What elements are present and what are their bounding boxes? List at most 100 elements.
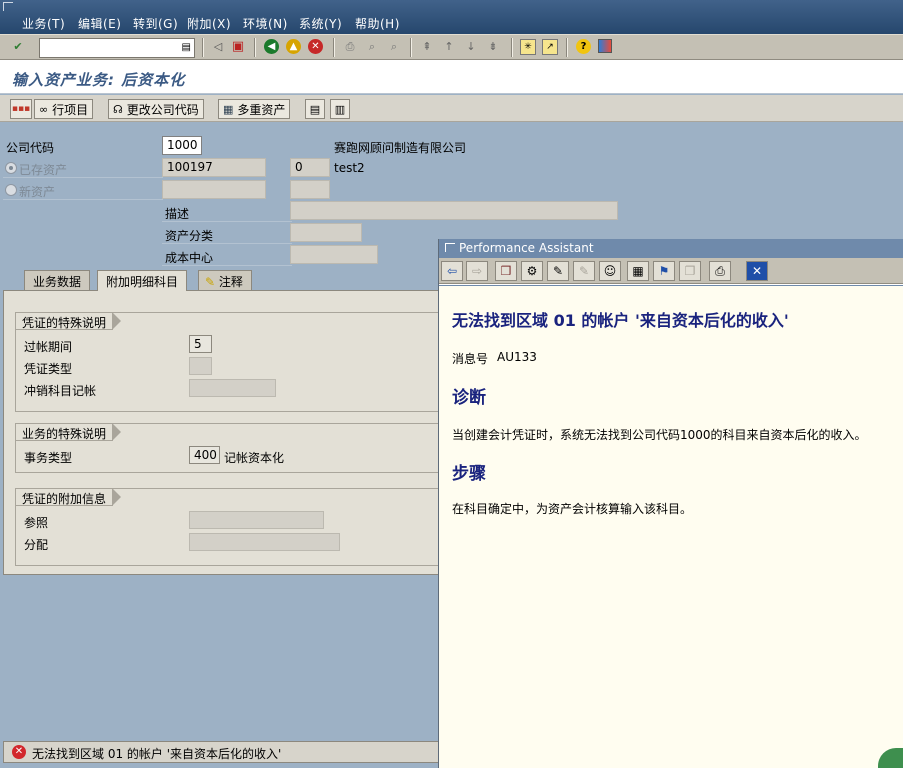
menu-business[interactable]: 业务(T) <box>22 15 65 32</box>
company-code-label: 公司代码 <box>6 141 55 155</box>
assignment-label: 分配 <box>24 538 49 552</box>
description-field[interactable] <box>290 201 618 220</box>
offset-account-field[interactable] <box>189 379 276 397</box>
pa-user-icon[interactable]: ☺ <box>599 261 621 281</box>
new-session-icon[interactable]: ✳ <box>520 39 536 55</box>
window-menu-icon[interactable] <box>445 243 455 252</box>
pa-table-icon[interactable]: ▦ <box>627 261 649 281</box>
layout-icon[interactable] <box>598 39 612 53</box>
pa-book-icon[interactable]: ❒ <box>495 261 517 281</box>
document-icon: ▤ <box>309 102 321 116</box>
field-underline <box>3 199 163 200</box>
tab-business-data[interactable]: 业务数据 <box>24 270 91 290</box>
tab-additional-details-label: 附加明细科目 <box>106 275 179 289</box>
company-code-field[interactable]: 1000 <box>162 136 202 155</box>
line-items-button[interactable]: ∞ 行项目 <box>34 99 94 119</box>
existing-asset-radio[interactable] <box>5 162 17 174</box>
overview-icon: ▪▪▪ <box>11 104 31 114</box>
new-asset-label: 新资产 <box>19 185 56 199</box>
menu-goto[interactable]: 转到(G) <box>133 15 178 32</box>
menu-system[interactable]: 系统(Y) <box>299 15 342 32</box>
toolbar-separator <box>333 38 335 57</box>
pa-note-icon[interactable]: ❐ <box>679 261 701 281</box>
tab-notes[interactable]: ✎ 注释 <box>198 270 252 290</box>
error-icon: ✕ <box>12 745 26 759</box>
back-icon[interactable]: ◀ <box>264 39 279 54</box>
enter-check-icon[interactable]: ✔ <box>10 39 26 55</box>
document-detail-icon: ▥ <box>334 102 346 116</box>
document-type-label: 凭证类型 <box>24 362 73 376</box>
posting-period-label: 过帐期间 <box>24 340 73 354</box>
cost-center-field[interactable] <box>290 245 378 264</box>
pa-forward-icon[interactable]: ⇨ <box>466 261 488 281</box>
menu-environment[interactable]: 环境(N) <box>243 15 288 32</box>
toolbar-separator <box>254 38 256 57</box>
new-asset-count-field[interactable] <box>290 180 330 199</box>
resize-corner-icon[interactable] <box>878 748 903 768</box>
document-button[interactable]: ▤ <box>305 99 325 119</box>
group-document-special: 凭证的特殊说明 过帐期间 5 凭证类型 冲销科目记帐 <box>15 312 439 412</box>
toolbar-separator <box>202 38 204 57</box>
menu-help[interactable]: 帮助(H) <box>355 15 400 32</box>
next-page-icon[interactable]: ↓ <box>463 39 479 55</box>
performance-assistant-content: 无法找到区域 01 的帐户 '来自资本后化的收入' 消息号 AU133 诊断 当… <box>439 285 903 768</box>
history-icon[interactable]: ▤ <box>182 42 191 53</box>
prev-page-icon[interactable]: ↑ <box>441 39 457 55</box>
menu-edit[interactable]: 编辑(E) <box>78 15 121 32</box>
command-field[interactable]: ▤ <box>39 38 195 58</box>
system-menu-icon[interactable] <box>3 2 13 11</box>
exit-icon[interactable]: ▲ <box>286 39 301 54</box>
performance-assistant-titlebar[interactable]: Performance Assistant <box>439 239 903 258</box>
asset-class-field[interactable] <box>290 223 362 242</box>
transaction-type-field[interactable]: 400 <box>189 446 220 464</box>
document-detail-button[interactable]: ▥ <box>330 99 350 119</box>
pa-close-icon[interactable]: ✕ <box>746 261 768 281</box>
pa-back-icon[interactable]: ⇦ <box>441 261 463 281</box>
back-triangle-icon[interactable]: ◁ <box>210 39 226 55</box>
offset-account-label: 冲销科目记帐 <box>24 384 97 398</box>
find-next-icon[interactable]: ⌕ <box>386 39 402 55</box>
group-document-special-title: 凭证的特殊说明 <box>15 312 122 330</box>
first-page-icon[interactable]: ⇞ <box>419 39 435 55</box>
group-transaction-special-title: 业务的特殊说明 <box>15 423 122 441</box>
assignment-field[interactable] <box>189 533 340 551</box>
pa-technical-info-icon[interactable]: ⚙ <box>521 261 543 281</box>
overview-button[interactable]: ▪▪▪ <box>10 99 32 119</box>
pa-flag-icon[interactable]: ⚑ <box>653 261 675 281</box>
document-type-field[interactable] <box>189 357 212 375</box>
save-icon[interactable]: ▣ <box>230 39 246 55</box>
menu-extras[interactable]: 附加(X) <box>187 15 231 32</box>
tab-notes-label: 注释 <box>218 275 243 289</box>
performance-assistant-title: Performance Assistant <box>459 241 594 255</box>
cancel-icon[interactable]: ✕ <box>308 39 323 54</box>
status-bar[interactable]: ✕ 无法找到区域 01 的帐户 '来自资本后化的收入' <box>3 741 439 763</box>
reference-field[interactable] <box>189 511 324 529</box>
asset-description-text: test2 <box>334 161 365 175</box>
line-items-label: 行项目 <box>52 102 89 117</box>
last-page-icon[interactable]: ⇟ <box>485 39 501 55</box>
asset-subnumber-field[interactable]: 0 <box>290 158 330 177</box>
transaction-type-label: 事务类型 <box>24 451 73 465</box>
reference-label: 参照 <box>24 516 49 530</box>
pa-edit-icon[interactable]: ✎ <box>547 261 569 281</box>
help-icon[interactable]: ? <box>576 39 591 54</box>
existing-asset-field[interactable]: 100197 <box>162 158 266 177</box>
change-company-code-button[interactable]: ☊ 更改公司代码 <box>108 99 204 119</box>
cost-center-label: 成本中心 <box>165 251 214 265</box>
multiple-assets-button[interactable]: ▦ 多重资产 <box>218 99 291 119</box>
title-bar: 输入资产业务: 后资本化 <box>0 60 903 94</box>
print-icon[interactable]: ⎙ <box>342 39 358 55</box>
pa-diagnosis-title: 诊断 <box>452 388 486 408</box>
find-icon[interactable]: ⌕ <box>364 39 380 55</box>
company-name: 赛跑网顾问制造有限公司 <box>334 141 467 155</box>
pa-message-number-label: 消息号 <box>452 352 489 366</box>
new-asset-radio[interactable] <box>5 184 17 196</box>
pa-print-icon[interactable]: ⎙ <box>709 261 731 281</box>
tab-business-data-label: 业务数据 <box>33 275 82 289</box>
shortcut-icon[interactable]: ↗ <box>542 39 558 55</box>
posting-period-field[interactable]: 5 <box>189 335 212 353</box>
new-asset-class-field[interactable] <box>162 180 266 199</box>
tab-additional-details[interactable]: 附加明细科目 <box>97 270 188 291</box>
pa-edit-disabled-icon[interactable]: ✎ <box>573 261 595 281</box>
group-document-additional: 凭证的附加信息 参照 分配 <box>15 488 439 566</box>
